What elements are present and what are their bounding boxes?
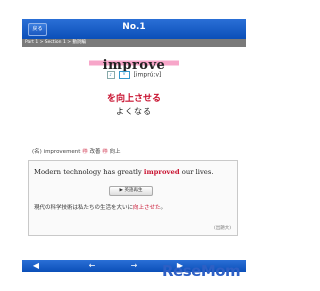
example-english-text: our lives. <box>179 168 214 176</box>
pronunciation-line: ♪ V [imprúːv] <box>22 71 246 79</box>
pronunciation: [imprúːv] <box>133 71 162 79</box>
part-of-speech-badge: V <box>118 71 130 79</box>
example-english: Modern technology has greatly improved o… <box>34 168 234 176</box>
mark-icon: ㊞ <box>102 149 108 155</box>
derivative-noun: improvement <box>43 149 81 155</box>
entry-content: improve ♪ V [imprúːv] を向上させる よくなる (名) im… <box>22 47 246 260</box>
mark-icon: ㊞ <box>82 149 88 155</box>
example-box: Modern technology has greatly improved o… <box>28 160 238 236</box>
derivative-kanji: 向上 <box>109 149 121 155</box>
play-audio-button[interactable]: ▶ 英語再生 <box>109 186 153 196</box>
top-bar: 戻る No.1 <box>22 19 246 39</box>
derivatives-line: (名) improvement ㊞ 改善 ㊞ 向上 <box>32 147 121 155</box>
page-title: No.1 <box>122 22 146 32</box>
headword-highlight: improve <box>88 54 180 72</box>
speaker-icon[interactable]: ♪ <box>106 71 115 79</box>
meaning: を向上させる <box>106 94 161 104</box>
back-arrow-icon[interactable]: ◀ <box>28 261 44 271</box>
example-source: (出題大) <box>213 226 231 231</box>
example-japanese-text: 。 <box>160 205 167 211</box>
example-english-highlight: improved <box>143 168 180 176</box>
example-english-text: Modern technology has greatly <box>34 168 144 176</box>
example-japanese: 現代の科学技術は私たちの生活を大いに向上させた。 <box>34 203 234 211</box>
breadcrumb: Part 1 > Section 1 > 動詞編 <box>22 39 246 47</box>
site-watermark: ReseMom <box>162 262 241 280</box>
app-screen: 戻る No.1 Part 1 > Section 1 > 動詞編 improve… <box>22 19 246 272</box>
previous-button[interactable]: ← <box>84 261 100 271</box>
example-japanese-highlight: 向上させた <box>133 205 161 211</box>
secondary-meaning: よくなる <box>116 107 152 116</box>
derivative-kanji: 改善 <box>89 149 101 155</box>
noun-label: (名) <box>32 149 42 155</box>
example-japanese-text: 現代の科学技術は私たちの生活を大いに <box>34 205 134 211</box>
next-button[interactable]: → <box>126 261 142 271</box>
